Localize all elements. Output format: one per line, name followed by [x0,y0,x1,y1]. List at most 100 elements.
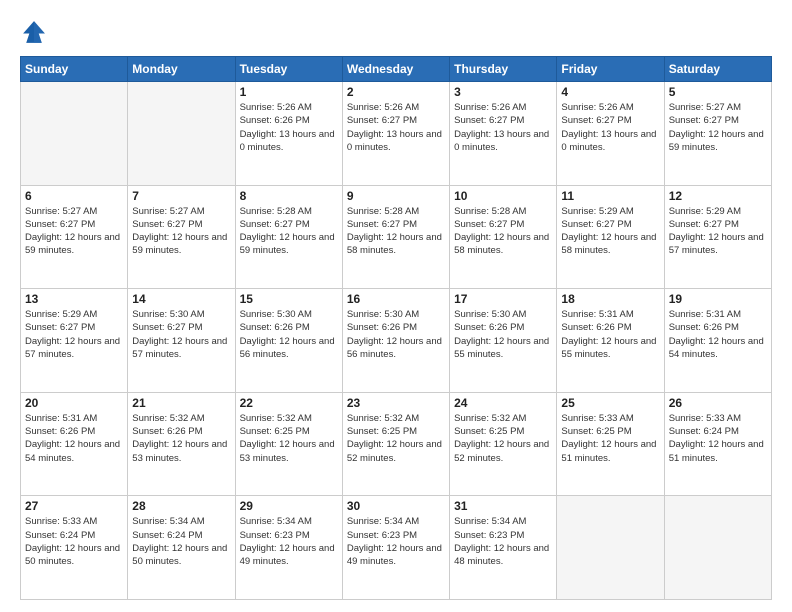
calendar-week-row: 13 Sunrise: 5:29 AMSunset: 6:27 PMDayligh… [21,289,772,393]
weekday-header: Thursday [450,57,557,82]
calendar-day-cell: 8 Sunrise: 5:28 AMSunset: 6:27 PMDaylight… [235,185,342,289]
weekday-header: Wednesday [342,57,449,82]
calendar-header: SundayMondayTuesdayWednesdayThursdayFrid… [21,57,772,82]
day-detail: Sunrise: 5:34 AMSunset: 6:23 PMDaylight:… [347,515,445,568]
day-number: 12 [669,189,767,203]
day-detail: Sunrise: 5:28 AMSunset: 6:27 PMDaylight:… [240,205,338,258]
calendar-day-cell: 1 Sunrise: 5:26 AMSunset: 6:26 PMDaylight… [235,82,342,186]
calendar-day-cell: 27Sunrise: 5:33 AMSunset: 6:24 PMDayligh… [21,496,128,600]
calendar-day-cell: 30 Sunrise: 5:34 AMSunset: 6:23 PMDayligh… [342,496,449,600]
weekday-row: SundayMondayTuesdayWednesdayThursdayFrid… [21,57,772,82]
day-number: 1 [240,85,338,99]
day-detail: Sunrise: 5:32 AMSunset: 6:25 PMDaylight:… [240,412,338,465]
day-number: 31 [454,499,552,513]
calendar-day-cell: 29 Sunrise: 5:34 AMSunset: 6:23 PMDayligh… [235,496,342,600]
calendar-day-cell: 12Sunrise: 5:29 AMSunset: 6:27 PMDayligh… [664,185,771,289]
calendar-day-cell: 10 Sunrise: 5:28 AMSunset: 6:27 PMDayligh… [450,185,557,289]
day-number: 17 [454,292,552,306]
calendar-day-cell: 2 Sunrise: 5:26 AMSunset: 6:27 PMDaylight… [342,82,449,186]
day-number: 10 [454,189,552,203]
day-detail: Sunrise: 5:34 AMSunset: 6:24 PMDaylight:… [132,515,230,568]
day-detail: Sunrise: 5:27 AMSunset: 6:27 PMDaylight:… [25,205,123,258]
day-detail: Sunrise: 5:26 AMSunset: 6:27 PMDaylight:… [454,101,552,154]
day-number: 18 [561,292,659,306]
calendar-day-cell: 25Sunrise: 5:33 AMSunset: 6:25 PMDayligh… [557,392,664,496]
calendar-table: SundayMondayTuesdayWednesdayThursdayFrid… [20,56,772,600]
logo [20,18,52,46]
logo-icon [20,18,48,46]
day-detail: Sunrise: 5:31 AMSunset: 6:26 PMDaylight:… [25,412,123,465]
day-number: 19 [669,292,767,306]
calendar-week-row: 20 Sunrise: 5:31 AMSunset: 6:26 PMDayligh… [21,392,772,496]
day-detail: Sunrise: 5:34 AMSunset: 6:23 PMDaylight:… [240,515,338,568]
calendar-day-cell: 9Sunrise: 5:28 AMSunset: 6:27 PMDaylight… [342,185,449,289]
day-number: 15 [240,292,338,306]
day-detail: Sunrise: 5:26 AMSunset: 6:26 PMDaylight:… [240,101,338,154]
calendar-day-cell [21,82,128,186]
calendar-day-cell: 26Sunrise: 5:33 AMSunset: 6:24 PMDayligh… [664,392,771,496]
calendar-day-cell: 3 Sunrise: 5:26 AMSunset: 6:27 PMDaylight… [450,82,557,186]
calendar-day-cell [128,82,235,186]
calendar-day-cell: 18 Sunrise: 5:31 AMSunset: 6:26 PMDayligh… [557,289,664,393]
day-number: 7 [132,189,230,203]
calendar-day-cell [664,496,771,600]
calendar-day-cell: 24Sunrise: 5:32 AMSunset: 6:25 PMDayligh… [450,392,557,496]
day-detail: Sunrise: 5:27 AMSunset: 6:27 PMDaylight:… [132,205,230,258]
day-detail: Sunrise: 5:29 AMSunset: 6:27 PMDaylight:… [25,308,123,361]
day-number: 23 [347,396,445,410]
calendar-day-cell: 28 Sunrise: 5:34 AMSunset: 6:24 PMDayligh… [128,496,235,600]
calendar-body: 1 Sunrise: 5:26 AMSunset: 6:26 PMDaylight… [21,82,772,600]
calendar-day-cell: 5Sunrise: 5:27 AMSunset: 6:27 PMDaylight… [664,82,771,186]
weekday-header: Monday [128,57,235,82]
day-number: 5 [669,85,767,99]
day-detail: Sunrise: 5:32 AMSunset: 6:25 PMDaylight:… [347,412,445,465]
calendar-day-cell: 4 Sunrise: 5:26 AMSunset: 6:27 PMDaylight… [557,82,664,186]
day-detail: Sunrise: 5:30 AMSunset: 6:26 PMDaylight:… [240,308,338,361]
day-number: 30 [347,499,445,513]
header [20,18,772,46]
day-detail: Sunrise: 5:31 AMSunset: 6:26 PMDaylight:… [561,308,659,361]
calendar-day-cell: 11Sunrise: 5:29 AMSunset: 6:27 PMDayligh… [557,185,664,289]
day-detail: Sunrise: 5:33 AMSunset: 6:24 PMDaylight:… [669,412,767,465]
day-number: 20 [25,396,123,410]
calendar-day-cell: 16 Sunrise: 5:30 AMSunset: 6:26 PMDayligh… [342,289,449,393]
calendar-day-cell: 14 Sunrise: 5:30 AMSunset: 6:27 PMDayligh… [128,289,235,393]
day-number: 3 [454,85,552,99]
day-detail: Sunrise: 5:29 AMSunset: 6:27 PMDaylight:… [561,205,659,258]
day-number: 22 [240,396,338,410]
day-detail: Sunrise: 5:26 AMSunset: 6:27 PMDaylight:… [347,101,445,154]
day-number: 29 [240,499,338,513]
calendar-day-cell: 7 Sunrise: 5:27 AMSunset: 6:27 PMDaylight… [128,185,235,289]
calendar-day-cell: 17 Sunrise: 5:30 AMSunset: 6:26 PMDayligh… [450,289,557,393]
day-detail: Sunrise: 5:30 AMSunset: 6:27 PMDaylight:… [132,308,230,361]
day-detail: Sunrise: 5:32 AMSunset: 6:25 PMDaylight:… [454,412,552,465]
calendar-day-cell: 21Sunrise: 5:32 AMSunset: 6:26 PMDayligh… [128,392,235,496]
day-number: 28 [132,499,230,513]
day-number: 6 [25,189,123,203]
day-detail: Sunrise: 5:33 AMSunset: 6:25 PMDaylight:… [561,412,659,465]
weekday-header: Sunday [21,57,128,82]
calendar-week-row: 27Sunrise: 5:33 AMSunset: 6:24 PMDayligh… [21,496,772,600]
calendar-day-cell [557,496,664,600]
day-number: 27 [25,499,123,513]
day-detail: Sunrise: 5:26 AMSunset: 6:27 PMDaylight:… [561,101,659,154]
day-number: 2 [347,85,445,99]
calendar-day-cell: 6 Sunrise: 5:27 AMSunset: 6:27 PMDaylight… [21,185,128,289]
day-number: 13 [25,292,123,306]
calendar-day-cell: 23 Sunrise: 5:32 AMSunset: 6:25 PMDayligh… [342,392,449,496]
calendar-day-cell: 13 Sunrise: 5:29 AMSunset: 6:27 PMDayligh… [21,289,128,393]
weekday-header: Tuesday [235,57,342,82]
day-detail: Sunrise: 5:32 AMSunset: 6:26 PMDaylight:… [132,412,230,465]
calendar-day-cell: 19Sunrise: 5:31 AMSunset: 6:26 PMDayligh… [664,289,771,393]
day-detail: Sunrise: 5:30 AMSunset: 6:26 PMDaylight:… [454,308,552,361]
weekday-header: Friday [557,57,664,82]
day-number: 14 [132,292,230,306]
calendar-day-cell: 31Sunrise: 5:34 AMSunset: 6:23 PMDayligh… [450,496,557,600]
day-number: 16 [347,292,445,306]
calendar-day-cell: 15 Sunrise: 5:30 AMSunset: 6:26 PMDayligh… [235,289,342,393]
day-detail: Sunrise: 5:30 AMSunset: 6:26 PMDaylight:… [347,308,445,361]
day-detail: Sunrise: 5:28 AMSunset: 6:27 PMDaylight:… [454,205,552,258]
day-number: 4 [561,85,659,99]
day-detail: Sunrise: 5:28 AMSunset: 6:27 PMDaylight:… [347,205,445,258]
day-number: 8 [240,189,338,203]
